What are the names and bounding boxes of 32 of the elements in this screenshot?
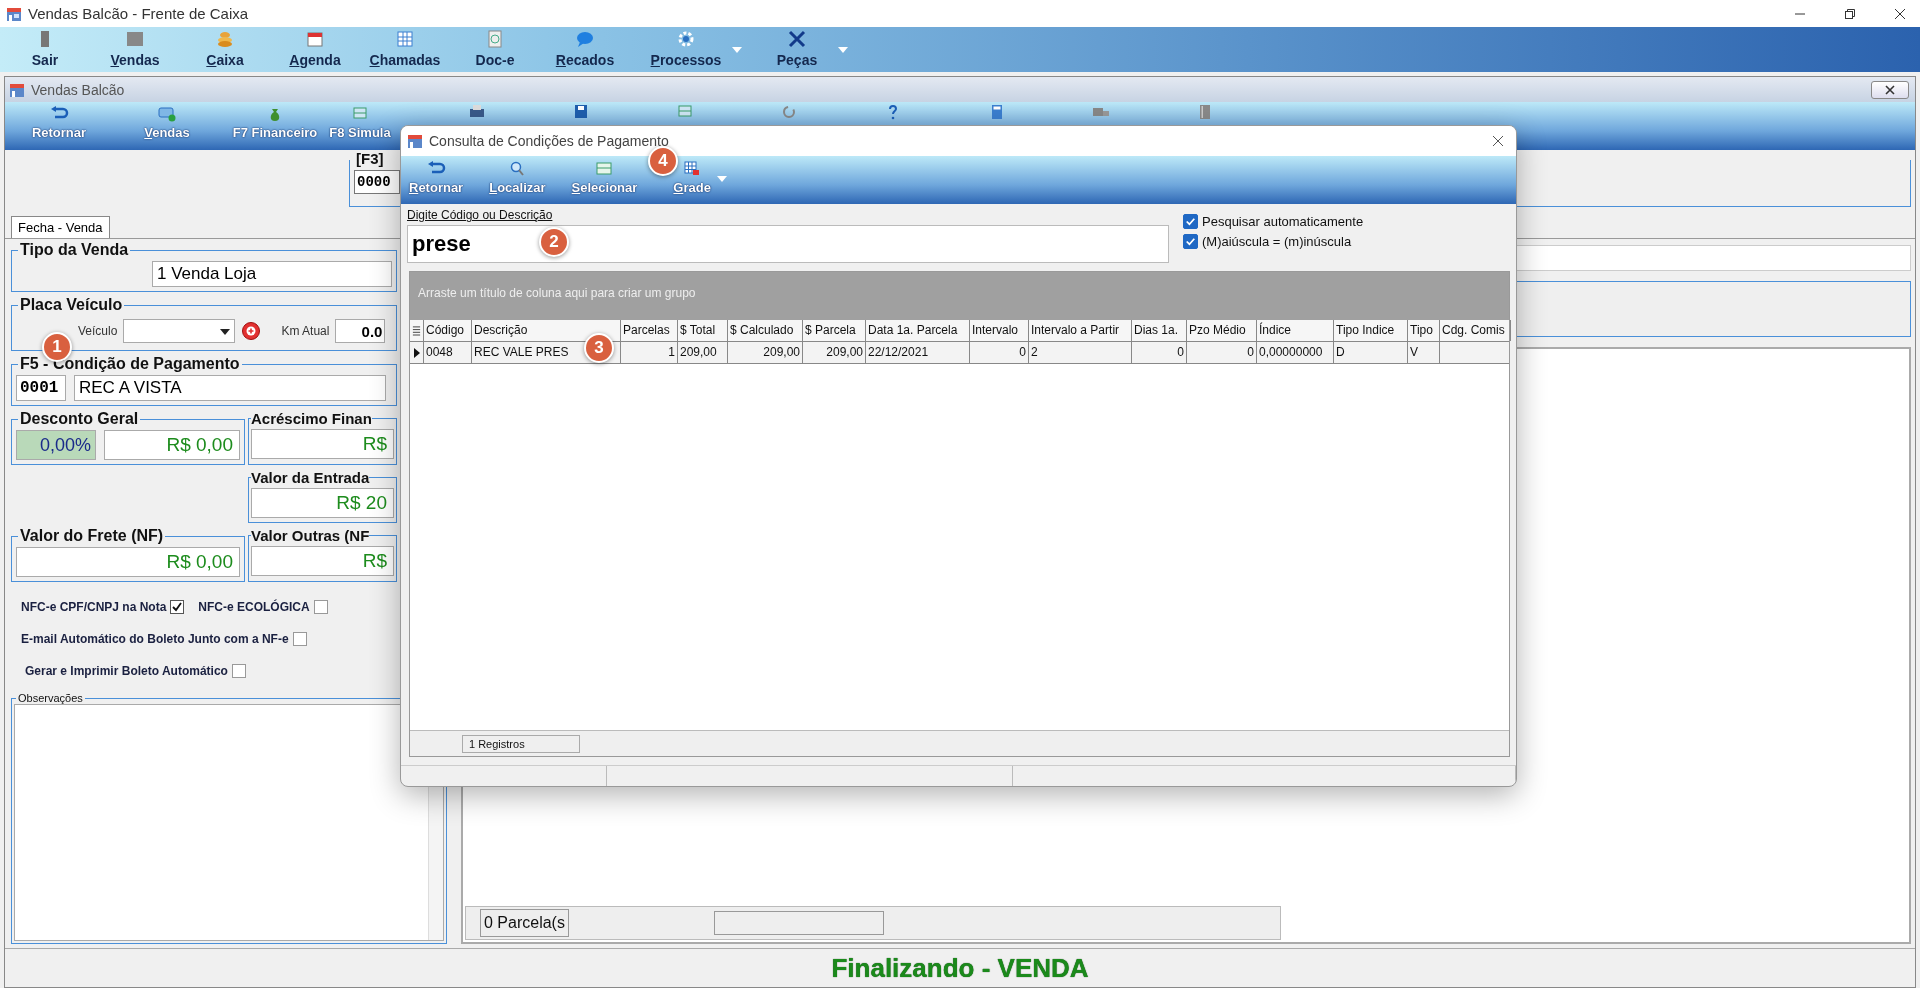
table-cell: 0048 <box>424 342 472 363</box>
record-count: 1 Registros <box>462 734 580 753</box>
dialog-title: Consulta de Condições de Pagamento <box>429 133 669 149</box>
field-label: Digite Código ou Descrição <box>407 208 554 222</box>
table-cell: 0 <box>1187 342 1257 363</box>
group-label: Valor da Entrada <box>251 469 370 486</box>
field-label: [F3] <box>354 150 386 167</box>
table-cell: 0,00000000 <box>1257 342 1334 363</box>
table-cell: 0 <box>970 342 1029 363</box>
table-cell: 0 <box>1132 342 1187 363</box>
group-label: Acréscimo Finan <box>251 410 372 427</box>
field-label: Km Atual <box>281 324 330 338</box>
count-label: 0 Parcela(s <box>480 909 569 937</box>
window-title: Vendas Balcão <box>31 81 125 98</box>
table-cell: 2 <box>1029 342 1132 363</box>
group-label: Tipo da Venda <box>19 241 130 259</box>
group-label: Observações <box>17 692 84 704</box>
field-label: Veículo <box>78 324 118 338</box>
group-label: Valor do Frete (NF) <box>19 527 165 545</box>
table-cell: 209,00 <box>728 342 803 363</box>
table-cell: 209,00 <box>803 342 866 363</box>
table-cell: V <box>1408 342 1440 363</box>
status-text: Finalizando - VENDA <box>5 948 1915 987</box>
table-cell: D <box>1334 342 1408 363</box>
table-cell: 22/12/2021 <box>866 342 970 363</box>
table-cell: 1 <box>621 342 678 363</box>
group-label: Valor Outras (NF <box>251 527 370 544</box>
group-panel-hint: Arraste um título de coluna aqui para criar um grupo <box>410 272 1509 320</box>
group-label: Placa Veículo <box>19 296 124 314</box>
table-cell: 209,00 <box>678 342 728 363</box>
window-title: Vendas Balcão - Frente de Caixa <box>28 5 249 22</box>
group-label: Desconto Geral <box>19 410 140 428</box>
